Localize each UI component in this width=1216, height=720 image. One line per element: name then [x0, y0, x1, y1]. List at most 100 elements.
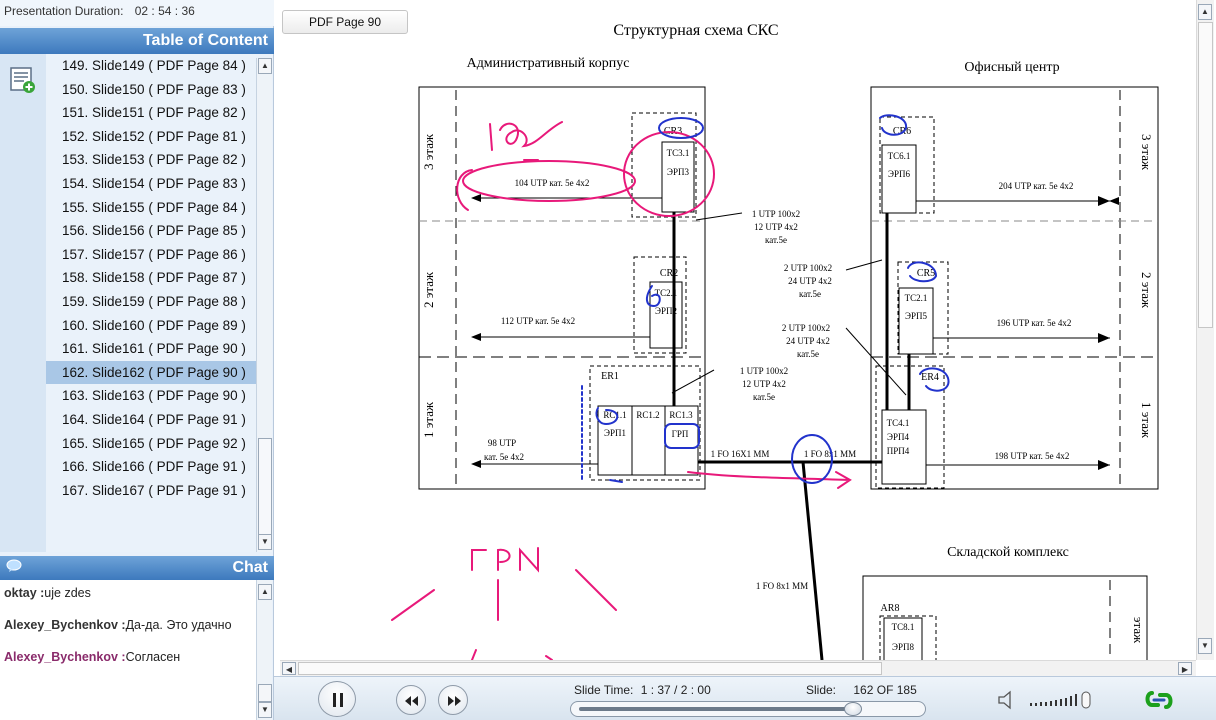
- toc-item[interactable]: 155. Slide155 ( PDF Page 84 ): [46, 196, 256, 220]
- slide-time-value: 1 : 37 / 2 : 00: [640, 683, 711, 697]
- previous-slide-button[interactable]: [396, 685, 426, 715]
- chat-text: Согласен: [125, 650, 181, 664]
- toc-item[interactable]: 151. Slide151 ( PDF Page 82 ): [46, 101, 256, 125]
- next-slide-button[interactable]: [438, 685, 468, 715]
- label-link-b3: кат.5е: [799, 289, 821, 299]
- slide-counter-label: Slide:: [806, 683, 837, 697]
- viewer-scroll-thumb[interactable]: [1198, 22, 1213, 328]
- toc-list: 149. Slide149 ( PDF Page 84 ) 150. Slide1…: [46, 54, 256, 552]
- label-tc41: TC4.1: [887, 418, 910, 428]
- toc-item[interactable]: 149. Slide149 ( PDF Page 84 ): [46, 54, 256, 78]
- label-link-b1: 2 UTP 100х2: [784, 263, 832, 273]
- label-er4: ER4: [921, 372, 939, 383]
- fast-forward-icon: [448, 696, 461, 706]
- toc-item[interactable]: 150. Slide150 ( PDF Page 83 ): [46, 78, 256, 102]
- label-link-b2: 24 UTP 4х2: [788, 276, 832, 286]
- chat-messages: oktay :uje zdes Alexey_Bychenkov :Да-да. …: [0, 580, 256, 720]
- chat-scroll-thumb[interactable]: [258, 684, 272, 702]
- presentation-player: Presentation Duration: 02 : 54 : 36 Tabl…: [0, 0, 1216, 720]
- scroll-up-icon[interactable]: ▲: [258, 58, 272, 74]
- label-prp4: ПРП4: [887, 446, 910, 456]
- label-link-c1: 2 UTP 100х2: [782, 323, 830, 333]
- slide-progress-bar[interactable]: [570, 701, 926, 717]
- pen-annotations-pink: [391, 121, 852, 660]
- slide-progress-fill: [579, 707, 853, 711]
- toc-item[interactable]: 164. Slide164 ( PDF Page 91 ): [46, 408, 256, 432]
- toc-item[interactable]: 152. Slide152 ( PDF Page 81 ): [46, 125, 256, 149]
- chat-scrollbar[interactable]: ▲ ▼: [256, 580, 272, 720]
- scroll-left-icon[interactable]: ◀: [282, 662, 296, 675]
- toc-item[interactable]: 165. Slide165 ( PDF Page 92 ): [46, 432, 256, 456]
- label-fo8b: 1 FO 8x1 MM: [756, 581, 808, 591]
- label-tc31: TC3.1: [667, 148, 690, 158]
- label-utp98a: 98 UTP: [488, 438, 516, 448]
- add-slide-icon[interactable]: [10, 66, 36, 94]
- toc-item[interactable]: 154. Slide154 ( PDF Page 83 ): [46, 172, 256, 196]
- toc-header: Table of Content: [0, 28, 274, 54]
- pdf-page-button[interactable]: PDF Page 90: [282, 10, 408, 34]
- speaker-icon[interactable]: [996, 689, 1018, 711]
- chat-header: Chat: [0, 556, 274, 580]
- toc-item[interactable]: 159. Slide159 ( PDF Page 88 ): [46, 290, 256, 314]
- chat-text: Да-да. Это удачно: [125, 618, 232, 632]
- toc-item[interactable]: 162. Slide162 ( PDF Page 90 ): [46, 360, 256, 385]
- toc-item[interactable]: 156. Slide156 ( PDF Page 85 ): [46, 219, 256, 243]
- label-utp112: 112 UTP кат. 5е 4х2: [501, 316, 575, 326]
- toc-item[interactable]: 158. Slide158 ( PDF Page 87 ): [46, 266, 256, 290]
- scroll-up-icon[interactable]: ▲: [258, 584, 272, 600]
- presentation-duration: Presentation Duration: 02 : 54 : 36: [0, 0, 274, 26]
- toc-scrollbar[interactable]: ▲ ▼: [256, 58, 272, 552]
- volume-slider[interactable]: [1030, 691, 1104, 709]
- toc-item[interactable]: 167. Slide167 ( PDF Page 91 ): [46, 479, 256, 503]
- label-office-floor-3: 3 этаж: [1139, 134, 1154, 171]
- label-erp5: ЭРП5: [905, 311, 927, 321]
- toc-item[interactable]: 153. Slide153 ( PDF Page 82 ): [46, 148, 256, 172]
- toc-item[interactable]: 160. Slide160 ( PDF Page 89 ): [46, 314, 256, 338]
- label-utp98b: кат. 5е 4х2: [484, 452, 524, 462]
- pause-button[interactable]: [318, 681, 356, 717]
- label-warehouse-floor: этаж: [1131, 617, 1146, 644]
- label-admin-building: Административный корпус: [467, 56, 630, 71]
- chat-message: oktay :uje zdes: [4, 584, 252, 602]
- chat-message: Alexey_Bychenkov :Согласен: [4, 648, 252, 666]
- label-link-d2: 12 UTP 4х2: [742, 379, 786, 389]
- slide-time: Slide Time: 1 : 37 / 2 : 00: [574, 683, 711, 697]
- toc-item[interactable]: 157. Slide157 ( PDF Page 86 ): [46, 243, 256, 267]
- scroll-up-icon[interactable]: ▲: [1198, 4, 1212, 20]
- chat-username: oktay :: [4, 586, 45, 600]
- toc-item[interactable]: 166. Slide166 ( PDF Page 91 ): [46, 455, 256, 479]
- viewer-vertical-scrollbar[interactable]: ▲ ▼: [1196, 0, 1214, 660]
- label-erp3: ЭРП3: [667, 167, 689, 177]
- label-er1: ER1: [601, 371, 619, 382]
- scroll-right-icon[interactable]: ▶: [1178, 662, 1192, 675]
- toc-item[interactable]: 161. Slide161 ( PDF Page 90 ): [46, 337, 256, 361]
- label-link-c3: кат.5е: [797, 349, 819, 359]
- toc-item[interactable]: 163. Slide163 ( PDF Page 90 ): [46, 384, 256, 408]
- label-erp8: ЭРП8: [892, 642, 914, 652]
- duration-value: 02 : 54 : 36: [134, 4, 195, 18]
- label-link-a1: 1 UTP 100х2: [752, 209, 800, 219]
- viewer-horizontal-scrollbar[interactable]: ◀ ▶: [280, 660, 1196, 676]
- toc-icon-column: [0, 54, 46, 552]
- label-link-a2: 12 UTP 4х2: [754, 222, 798, 232]
- chat-username: Alexey_Bychenkov :: [4, 618, 126, 632]
- scroll-down-icon[interactable]: ▼: [258, 534, 272, 550]
- label-tc61: TC6.1: [888, 151, 911, 161]
- toc-scroll-thumb[interactable]: [258, 438, 272, 544]
- label-fo16: 1 FO 16X1 MM: [711, 449, 770, 459]
- viewer-hscroll-thumb[interactable]: [298, 662, 882, 675]
- scroll-down-icon[interactable]: ▼: [1198, 638, 1212, 654]
- duration-label: Presentation Duration:: [4, 4, 124, 18]
- label-office-floor-1: 1 этаж: [1139, 402, 1154, 439]
- label-floor-3: 3 этаж: [421, 133, 436, 170]
- scroll-down-icon[interactable]: ▼: [258, 702, 272, 718]
- rewind-icon: [405, 696, 418, 706]
- label-erp6: ЭРП6: [888, 169, 910, 179]
- slide-progress-thumb[interactable]: [843, 702, 862, 716]
- left-panel: Presentation Duration: 02 : 54 : 36 Tabl…: [0, 0, 274, 720]
- label-tc52: TC2.1: [905, 293, 928, 303]
- label-utp198: 198 UTP кат. 5е 4х2: [995, 451, 1070, 461]
- label-erp4: ЭРП4: [887, 432, 909, 442]
- label-utp204: 204 UTP кат. 5е 4х2: [999, 181, 1074, 191]
- label-floor-1: 1 этаж: [421, 401, 436, 438]
